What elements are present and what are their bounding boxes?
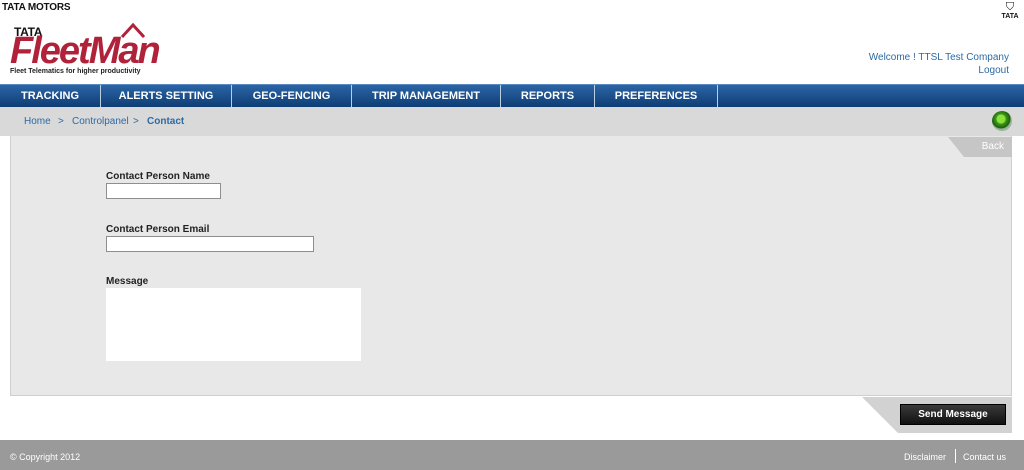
tata-logo: ⛉ TATA (998, 2, 1022, 21)
send-message-button[interactable]: Send Message (900, 404, 1006, 425)
breadcrumb-controlpanel[interactable]: Controlpanel (72, 116, 129, 127)
contact-email-input[interactable] (106, 236, 314, 252)
message-label: Message (106, 276, 149, 287)
fleetman-roof-icon (121, 22, 145, 38)
nav-preferences[interactable]: PREFERENCES (595, 85, 718, 107)
nav-trip-management[interactable]: TRIP MANAGEMENT (352, 85, 501, 107)
disclaimer-link[interactable]: Disclaimer (904, 452, 946, 462)
breadcrumb-home[interactable]: Home (24, 116, 51, 127)
copyright-text: © Copyright 2012 (10, 452, 81, 462)
tata-logo-text: TATA (1001, 13, 1019, 20)
logout-link[interactable]: Logout (978, 65, 1009, 76)
status-indicator-icon (992, 111, 1012, 131)
back-label: Back (981, 141, 1004, 152)
contact-email-label: Contact Person Email (106, 224, 210, 235)
main-nav: TRACKING ALERTS SETTING GEO-FENCING TRIP… (0, 84, 1024, 107)
logo-tagline: Fleet Telematics for higher productivity (10, 68, 141, 75)
message-textarea[interactable] (106, 288, 361, 361)
contact-name-label: Contact Person Name (106, 171, 210, 182)
footer-divider (955, 449, 956, 463)
tata-emblem-icon: ⛉ (1005, 1, 1015, 13)
footer (0, 440, 1024, 470)
welcome-text: Welcome ! TTSL Test Company (868, 52, 1009, 63)
breadcrumb-separator: > (133, 116, 139, 127)
tata-motors-brand: TATA MOTORS (2, 2, 71, 13)
contact-name-input[interactable] (106, 183, 221, 199)
nav-reports[interactable]: REPORTS (501, 85, 595, 107)
nav-alerts-setting[interactable]: ALERTS SETTING (101, 85, 232, 107)
breadcrumb-separator: > (58, 116, 64, 127)
nav-tracking[interactable]: TRACKING (0, 85, 101, 107)
contact-us-link[interactable]: Contact us (963, 452, 1006, 462)
nav-geo-fencing[interactable]: GEO-FENCING (232, 85, 352, 107)
breadcrumb-current: Contact (147, 116, 185, 127)
back-button[interactable]: Back (948, 137, 1012, 157)
